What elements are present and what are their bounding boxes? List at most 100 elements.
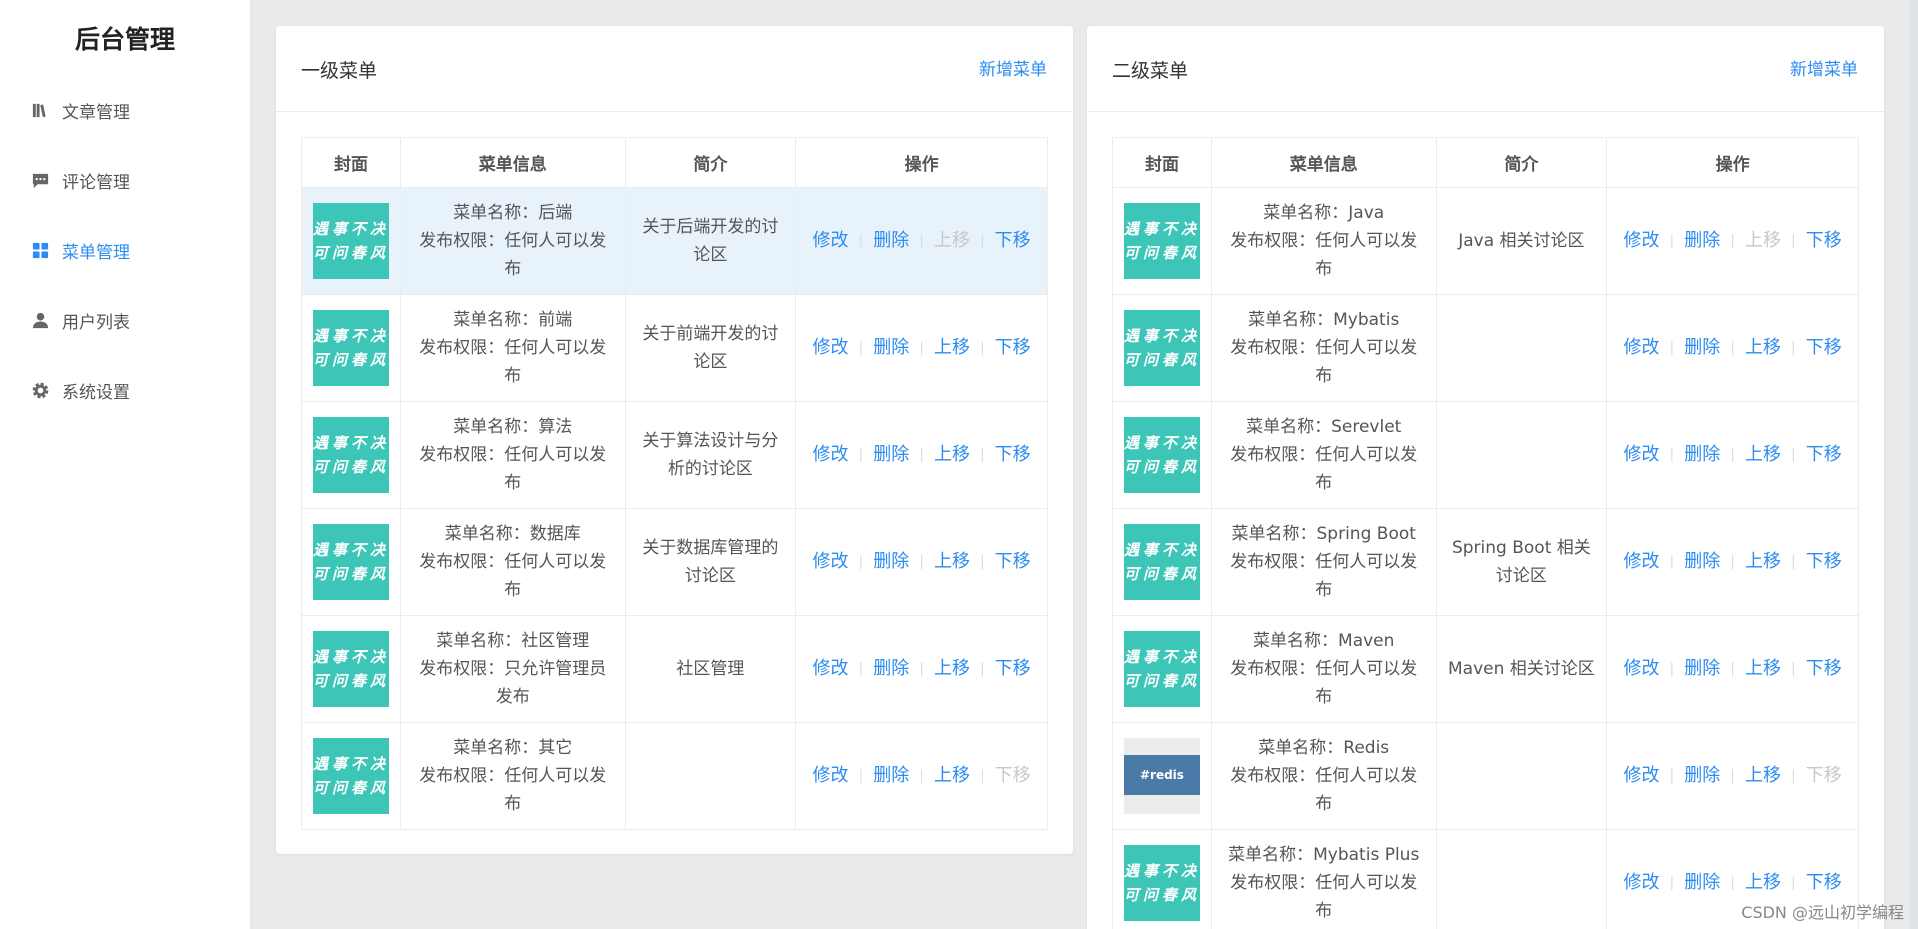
move-down-button[interactable]: 下移 [993,334,1033,362]
move-down-button: 下移 [994,765,1031,786]
divider: | [1730,447,1735,463]
divider: | [1669,233,1675,249]
menu-name: 菜单名称：前端 [453,310,573,330]
cover-text-line1: 遇事不决 [1123,434,1200,452]
move-down-button[interactable]: 下移 [1804,334,1844,362]
menu-intro: Java 相关讨论区 [1458,231,1585,251]
move-up-button[interactable]: 上移 [1743,441,1783,469]
delete-button[interactable]: 删除 [871,655,911,683]
move-down-button[interactable]: 下移 [1804,548,1844,576]
move-down-button[interactable]: 下移 [1804,869,1844,897]
move-down-button[interactable]: 下移 [993,655,1033,683]
move-down-button[interactable]: 下移 [993,548,1033,576]
cover-image: 遇事不决 可问春风 [312,310,389,386]
menu-permission-tail: 布 [1315,259,1333,279]
delete-button[interactable]: 删除 [1682,655,1722,683]
move-up-button[interactable]: 上移 [932,441,972,469]
panel-header: 二级菜单 新增菜单 [1087,26,1884,112]
sidebar-item-comments[interactable]: 评论管理 [30,160,240,200]
intro-cell [624,722,797,830]
divider: | [1669,340,1675,356]
menu-intro: 社区管理 [676,659,745,679]
cover-text-line2: 可问春风 [312,565,389,583]
edit-button[interactable]: 修改 [811,762,851,790]
sidebar-item-label: 菜单管理 [62,242,130,263]
menu-permission-tail: 布 [1315,794,1333,814]
edit-button[interactable]: 修改 [811,655,851,683]
move-up-button[interactable]: 上移 [1743,655,1783,683]
move-up-button[interactable]: 上移 [932,762,972,790]
add-menu-button[interactable]: 新增菜单 [979,55,1047,80]
menu-name: 菜单名称：算法 [453,417,573,437]
cover-image: 遇事不决 可问春风 [1123,845,1200,921]
menu-permission: 发布权限：任何人可以发 [1230,873,1418,893]
edit-button[interactable]: 修改 [1622,762,1662,790]
move-up-button[interactable]: 上移 [1743,869,1783,897]
delete-button[interactable]: 删除 [1682,762,1722,790]
move-up-button[interactable]: 上移 [1743,762,1783,790]
sidebar-item-users[interactable]: 用户列表 [30,300,240,340]
table-row: 遇事不决 可问春风 菜单名称：前端 发布权限：任何人可以发布关于前端开发的讨论区 修改 |… [301,294,1048,402]
sidebar-item-articles[interactable]: 文章管理 [30,90,240,130]
add-menu-button[interactable]: 新增菜单 [1790,55,1858,80]
menu-permission: 发布权限：任何人可以发 [1230,445,1418,465]
menu-name: 菜单名称：Maven [1253,631,1395,651]
delete-button[interactable]: 删除 [871,762,911,790]
move-up-button: 上移 [1744,230,1781,251]
move-down-button[interactable]: 下移 [1804,655,1844,683]
delete-button[interactable]: 删除 [871,548,911,576]
menu-permission: 发布权限：任何人可以发 [1230,338,1418,358]
edit-button[interactable]: 修改 [1622,441,1662,469]
menu-name: 菜单名称：Mybatis Plus [1228,845,1420,865]
move-down-button[interactable]: 下移 [993,227,1033,255]
menu-name: 菜单名称：后端 [453,203,573,223]
edit-button[interactable]: 修改 [1622,334,1662,362]
page-scrollbar[interactable] [1910,0,1918,929]
move-down-button[interactable]: 下移 [1804,441,1844,469]
move-up-button[interactable]: 上移 [932,334,972,362]
edit-button[interactable]: 修改 [811,334,851,362]
sidebar-item-settings[interactable]: 系统设置 [30,370,240,410]
menu-permission-tail: 布 [504,794,522,814]
menu-permission: 发布权限：任何人可以发 [1230,659,1418,679]
delete-button[interactable]: 删除 [1682,227,1722,255]
menu-permission-tail: 布 [504,473,522,493]
move-up-button[interactable]: 上移 [1743,548,1783,576]
divider: | [858,661,864,677]
delete-button[interactable]: 删除 [1682,441,1722,469]
edit-button[interactable]: 修改 [811,548,851,576]
primary-menu-table: 封面 菜单信息 简介 操作 遇事不决 可问春风 菜单名称：后端 发布权限：任何人可以发… [301,137,1048,830]
move-up-button[interactable]: 上移 [932,655,972,683]
cover-text-line2: 可问春风 [312,351,389,369]
delete-button[interactable]: 删除 [871,441,911,469]
move-up-button[interactable]: 上移 [932,548,972,576]
move-down-button[interactable]: 下移 [1804,227,1844,255]
delete-button[interactable]: 删除 [871,227,911,255]
cover-text-line2: 可问春风 [1123,672,1200,690]
cover-image: 遇事不决 可问春风 [1123,631,1200,707]
divider: | [919,768,924,784]
ops-cell: 修改 | 删除 | 上移 | 下移 [795,401,1048,509]
menu-permission: 发布权限：任何人可以发 [1230,552,1418,572]
edit-button[interactable]: 修改 [1622,548,1662,576]
divider: | [979,661,985,677]
edit-button[interactable]: 修改 [1622,869,1662,897]
edit-button[interactable]: 修改 [1622,227,1662,255]
delete-button[interactable]: 删除 [1682,548,1722,576]
cover-image: 遇事不决 可问春风 [312,738,389,814]
divider: | [1790,447,1796,463]
table-row: 遇事不决 可问春风 菜单名称：算法 发布权限：任何人可以发布关于算法设计与分析的讨论区… [301,401,1048,509]
column-header-ops: 操作 [795,137,1048,188]
move-down-button[interactable]: 下移 [993,441,1033,469]
edit-button[interactable]: 修改 [811,227,851,255]
delete-button[interactable]: 删除 [1682,334,1722,362]
edit-button[interactable]: 修改 [811,441,851,469]
intro-cell [1435,401,1608,509]
delete-button[interactable]: 删除 [871,334,911,362]
edit-button[interactable]: 修改 [1622,655,1662,683]
delete-button[interactable]: 删除 [1682,869,1722,897]
intro-cell: Spring Boot 相关讨论区 [1435,508,1608,616]
cover-cell: 遇事不决 可问春风 [1112,187,1212,295]
move-up-button[interactable]: 上移 [1743,334,1783,362]
sidebar-item-menus[interactable]: 菜单管理 [30,230,240,270]
